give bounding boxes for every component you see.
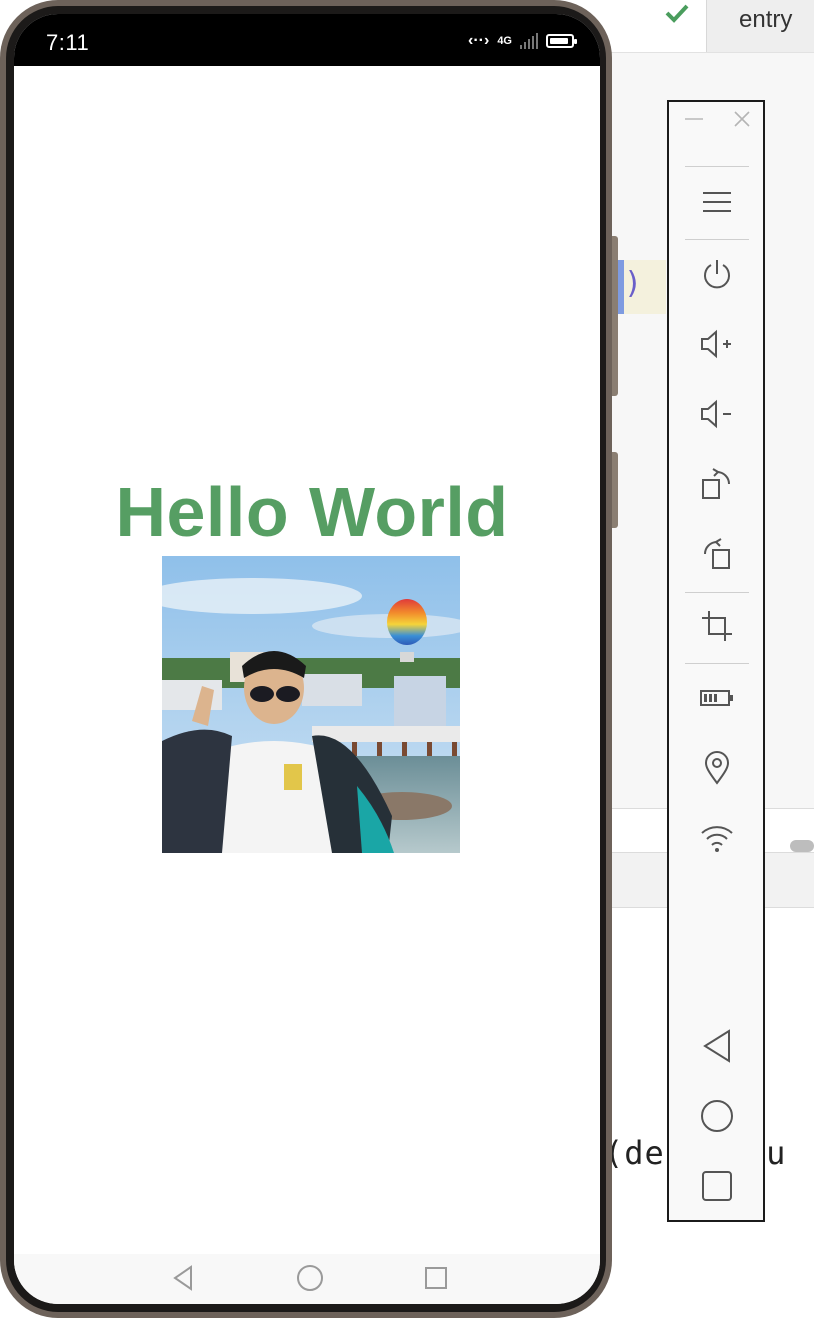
- toolbar-recents-icon[interactable]: [693, 1162, 741, 1210]
- toolbar-divider: [685, 592, 749, 593]
- side-button-volume[interactable]: [612, 452, 618, 528]
- side-button-power[interactable]: [612, 236, 618, 396]
- crop-icon[interactable]: [693, 602, 741, 650]
- emulator-toolbar: [667, 100, 765, 1222]
- minimize-icon[interactable]: [685, 118, 703, 120]
- editor-highlight: ): [618, 260, 666, 314]
- rotate-right-icon[interactable]: [693, 460, 741, 508]
- data-transfer-icon: ‹··›: [468, 32, 490, 49]
- phone-screen: 7:11 ‹··› 4G Hello World: [14, 14, 600, 1304]
- volume-down-icon[interactable]: [693, 390, 741, 438]
- volume-up-icon[interactable]: [693, 320, 741, 368]
- horizontal-scrollbar[interactable]: [790, 840, 814, 852]
- photo-image: [162, 556, 460, 853]
- close-icon[interactable]: [731, 108, 753, 130]
- signal-icon: [520, 33, 538, 49]
- toolbar-back-icon[interactable]: [693, 1022, 741, 1070]
- status-time: 7:11: [46, 30, 90, 55]
- toolbar-home-icon[interactable]: [693, 1092, 741, 1140]
- check-icon: [664, 2, 692, 26]
- status-icons: ‹··› 4G: [468, 32, 577, 50]
- highlight-char: ): [624, 266, 643, 301]
- wifi-icon[interactable]: [693, 814, 741, 862]
- toolbar-divider: [685, 663, 749, 664]
- power-icon[interactable]: [693, 250, 741, 298]
- battery-icon: [546, 34, 577, 48]
- toolbar-divider: [685, 239, 749, 240]
- nav-home-icon[interactable]: [296, 1264, 324, 1292]
- nav-back-icon[interactable]: [170, 1264, 198, 1292]
- toolbar-divider: [685, 166, 749, 167]
- tab-entry-label: entry: [739, 6, 793, 33]
- system-nav-bar: [14, 1254, 600, 1304]
- rotate-left-icon[interactable]: [693, 530, 741, 578]
- nav-recents-icon[interactable]: [422, 1264, 450, 1292]
- menu-icon[interactable]: [693, 178, 741, 226]
- battery-icon[interactable]: [693, 674, 741, 722]
- hello-world-text: Hello World: [115, 473, 509, 551]
- network-type: 4G: [497, 35, 512, 47]
- location-icon[interactable]: [693, 744, 741, 792]
- tab-entry[interactable]: entry: [706, 0, 814, 52]
- status-bar: 7:11 ‹··› 4G: [14, 14, 600, 66]
